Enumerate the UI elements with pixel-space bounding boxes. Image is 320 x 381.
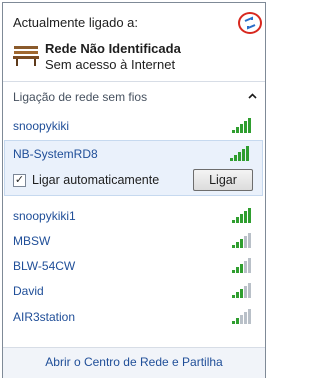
signal-bar	[232, 270, 235, 273]
signal-bar	[248, 208, 251, 223]
wifi-signal-icon	[232, 258, 251, 273]
refresh-network-button[interactable]	[238, 12, 264, 36]
signal-bar	[236, 318, 239, 324]
signal-bar	[232, 220, 235, 223]
network-name: MBSW	[13, 234, 51, 248]
signal-bar	[240, 264, 243, 273]
signal-bar	[244, 211, 247, 223]
signal-bar	[238, 152, 241, 161]
signal-bar	[244, 312, 247, 324]
signal-bar	[240, 214, 243, 223]
wifi-signal-icon	[230, 146, 249, 161]
signal-bar	[242, 149, 245, 161]
auto-connect-checkbox[interactable]: ✓	[13, 174, 26, 187]
signal-bar	[236, 242, 239, 248]
signal-bar	[248, 118, 251, 133]
network-name: snoopykiki1	[13, 209, 76, 223]
signal-bar	[244, 286, 247, 298]
network-name: snoopykiki	[13, 119, 70, 133]
current-network-name: Rede Não Identificada	[45, 41, 181, 56]
auto-connect-label: Ligar automaticamente	[32, 173, 160, 187]
network-flyout-panel: Actualmente ligado a: Rede Não Identific…	[2, 2, 266, 378]
signal-bar	[240, 315, 243, 324]
network-item[interactable]: David	[3, 279, 265, 304]
signal-bar	[240, 289, 243, 298]
signal-bar	[232, 295, 235, 298]
network-item[interactable]: MBSW	[3, 229, 265, 254]
network-item-selected[interactable]: NB-SystemRD8 ✓ Ligar automaticamente Ligar	[4, 140, 263, 196]
footer: Abrir o Centro de Rede e Partilha	[3, 347, 265, 378]
signal-bar	[236, 292, 239, 298]
wifi-signal-icon	[232, 118, 251, 133]
wifi-signal-icon	[232, 283, 251, 298]
bench-icon	[13, 46, 39, 66]
signal-bar	[230, 158, 233, 161]
section-divider	[3, 81, 265, 82]
wifi-signal-icon	[232, 233, 251, 248]
network-name: David	[13, 284, 44, 298]
network-name: BLW-54CW	[13, 259, 76, 273]
signal-bar	[234, 155, 237, 161]
network-name: NB-SystemRD8	[13, 147, 98, 161]
signal-bar	[236, 127, 239, 133]
signal-bar	[240, 124, 243, 133]
network-item[interactable]: AIR3station	[3, 305, 265, 330]
signal-bar	[244, 121, 247, 133]
refresh-network-icon	[244, 16, 256, 30]
wifi-signal-icon	[232, 309, 251, 324]
collapse-section-button[interactable]	[248, 91, 257, 101]
wireless-section-label: Ligação de rede sem fios	[13, 90, 148, 104]
signal-bar	[236, 267, 239, 273]
open-network-center-link[interactable]: Abrir o Centro de Rede e Partilha	[3, 355, 265, 369]
signal-bar	[246, 146, 249, 161]
current-network-status: Sem acesso à Internet	[45, 57, 176, 72]
signal-bar	[232, 321, 235, 324]
signal-bar	[232, 130, 235, 133]
connect-button[interactable]: Ligar	[193, 169, 253, 191]
network-item[interactable]: snoopykiki1	[3, 204, 265, 229]
signal-bar	[244, 261, 247, 273]
signal-bar	[240, 239, 243, 248]
signal-bar	[248, 283, 251, 298]
network-item[interactable]: BLW-54CW	[3, 254, 265, 279]
flyout-header: Actualmente ligado a: Rede Não Identific…	[3, 3, 265, 81]
network-item[interactable]: snoopykiki	[3, 114, 265, 139]
signal-bar	[248, 233, 251, 248]
signal-bar	[248, 258, 251, 273]
chevron-up-icon	[248, 93, 257, 99]
wifi-signal-icon	[232, 208, 251, 223]
currently-connected-title: Actualmente ligado a:	[13, 15, 139, 30]
network-name: AIR3station	[13, 310, 76, 324]
signal-bar	[232, 245, 235, 248]
signal-bar	[236, 217, 239, 223]
signal-bar	[244, 236, 247, 248]
signal-bar	[248, 309, 251, 324]
